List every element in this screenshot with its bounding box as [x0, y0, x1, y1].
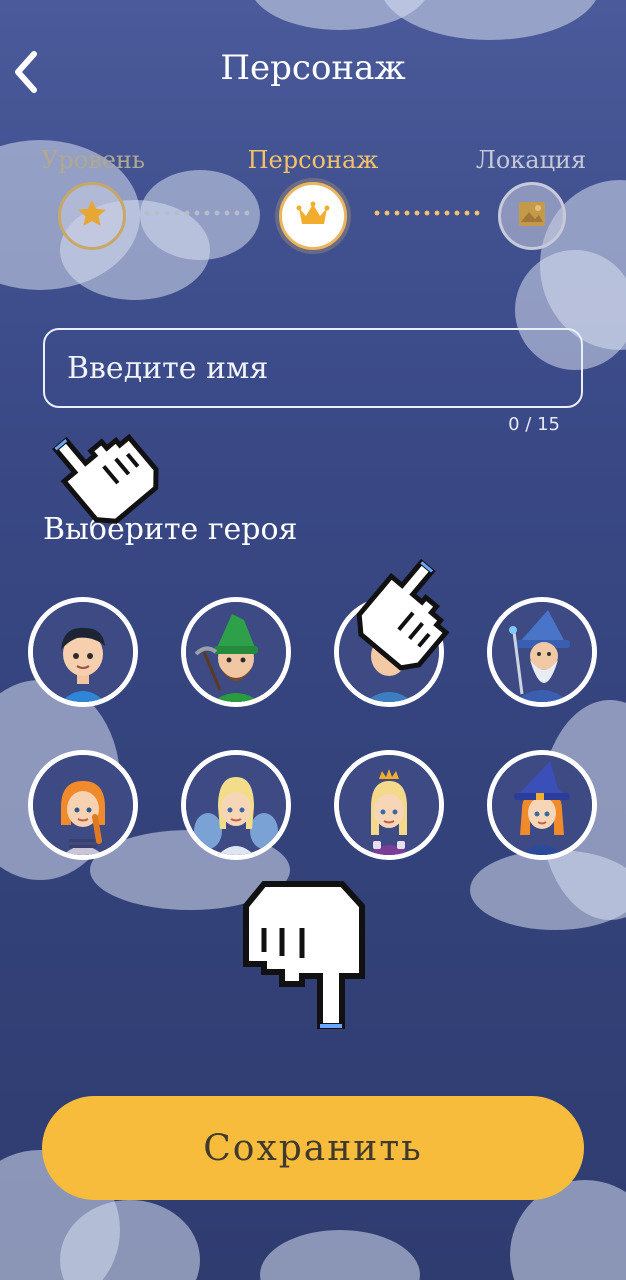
save-button[interactable]: Сохранить: [42, 1096, 584, 1200]
wizard-avatar-icon: [492, 602, 592, 702]
gnome-avatar-icon: [186, 602, 286, 702]
knight-avatar-icon: [339, 602, 439, 702]
hero-boy[interactable]: [28, 597, 138, 707]
witch-avatar-icon: [492, 755, 592, 855]
hero-princess[interactable]: [334, 750, 444, 860]
hand-pointer-icon: [222, 876, 392, 1060]
hero-knight[interactable]: [334, 597, 444, 707]
hero-fairy[interactable]: [181, 750, 291, 860]
boy-avatar-icon: [33, 602, 133, 702]
hero-wizard[interactable]: [487, 597, 597, 707]
hero-grid: [0, 0, 626, 900]
hero-girl[interactable]: [28, 750, 138, 860]
princess-avatar-icon: [339, 755, 439, 855]
hero-gnome[interactable]: [181, 597, 291, 707]
fairy-avatar-icon: [186, 755, 286, 855]
girl-avatar-icon: [33, 755, 133, 855]
hero-witch[interactable]: [487, 750, 597, 860]
